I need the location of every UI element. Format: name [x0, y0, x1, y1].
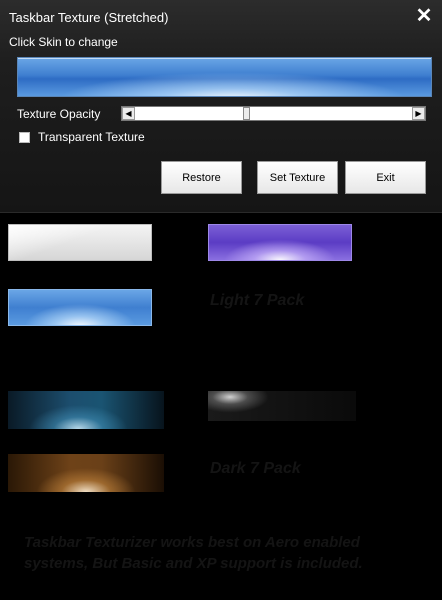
settings-panel: Taskbar Texture (Stretched) ✕ Click Skin… [0, 0, 442, 213]
restore-button[interactable]: Restore [161, 161, 242, 194]
transparent-texture-checkbox[interactable] [19, 131, 30, 143]
close-icon[interactable]: ✕ [414, 6, 434, 26]
transparent-texture-label: Transparent Texture [38, 130, 145, 144]
light-pack-label: Light 7 Pack [210, 292, 305, 309]
transparent-texture-option[interactable]: Transparent Texture [19, 130, 145, 144]
current-skin-preview [17, 57, 432, 97]
window-title: Taskbar Texture (Stretched) [9, 10, 169, 25]
slider-right-arrow-icon[interactable]: ▶ [412, 107, 425, 120]
skin-purple[interactable] [208, 224, 352, 261]
set-texture-button[interactable]: Set Texture [257, 161, 338, 194]
skin-amber[interactable] [8, 454, 164, 492]
texture-opacity-slider[interactable]: ◀ ▶ [121, 106, 426, 121]
exit-button[interactable]: Exit [345, 161, 426, 194]
dark-pack-label: Dark 7 Pack [210, 460, 301, 477]
slider-thumb[interactable] [243, 107, 250, 120]
skin-teal[interactable] [8, 391, 164, 429]
skin-silver[interactable] [8, 224, 152, 261]
compatibility-note: Taskbar Texturizer works best on Aero en… [24, 534, 363, 572]
skin-blue[interactable] [8, 289, 152, 326]
texture-opacity-label: Texture Opacity [17, 107, 101, 121]
skin-dark[interactable] [208, 391, 356, 421]
slider-left-arrow-icon[interactable]: ◀ [122, 107, 135, 120]
click-skin-instruction: Click Skin to change [9, 35, 118, 49]
